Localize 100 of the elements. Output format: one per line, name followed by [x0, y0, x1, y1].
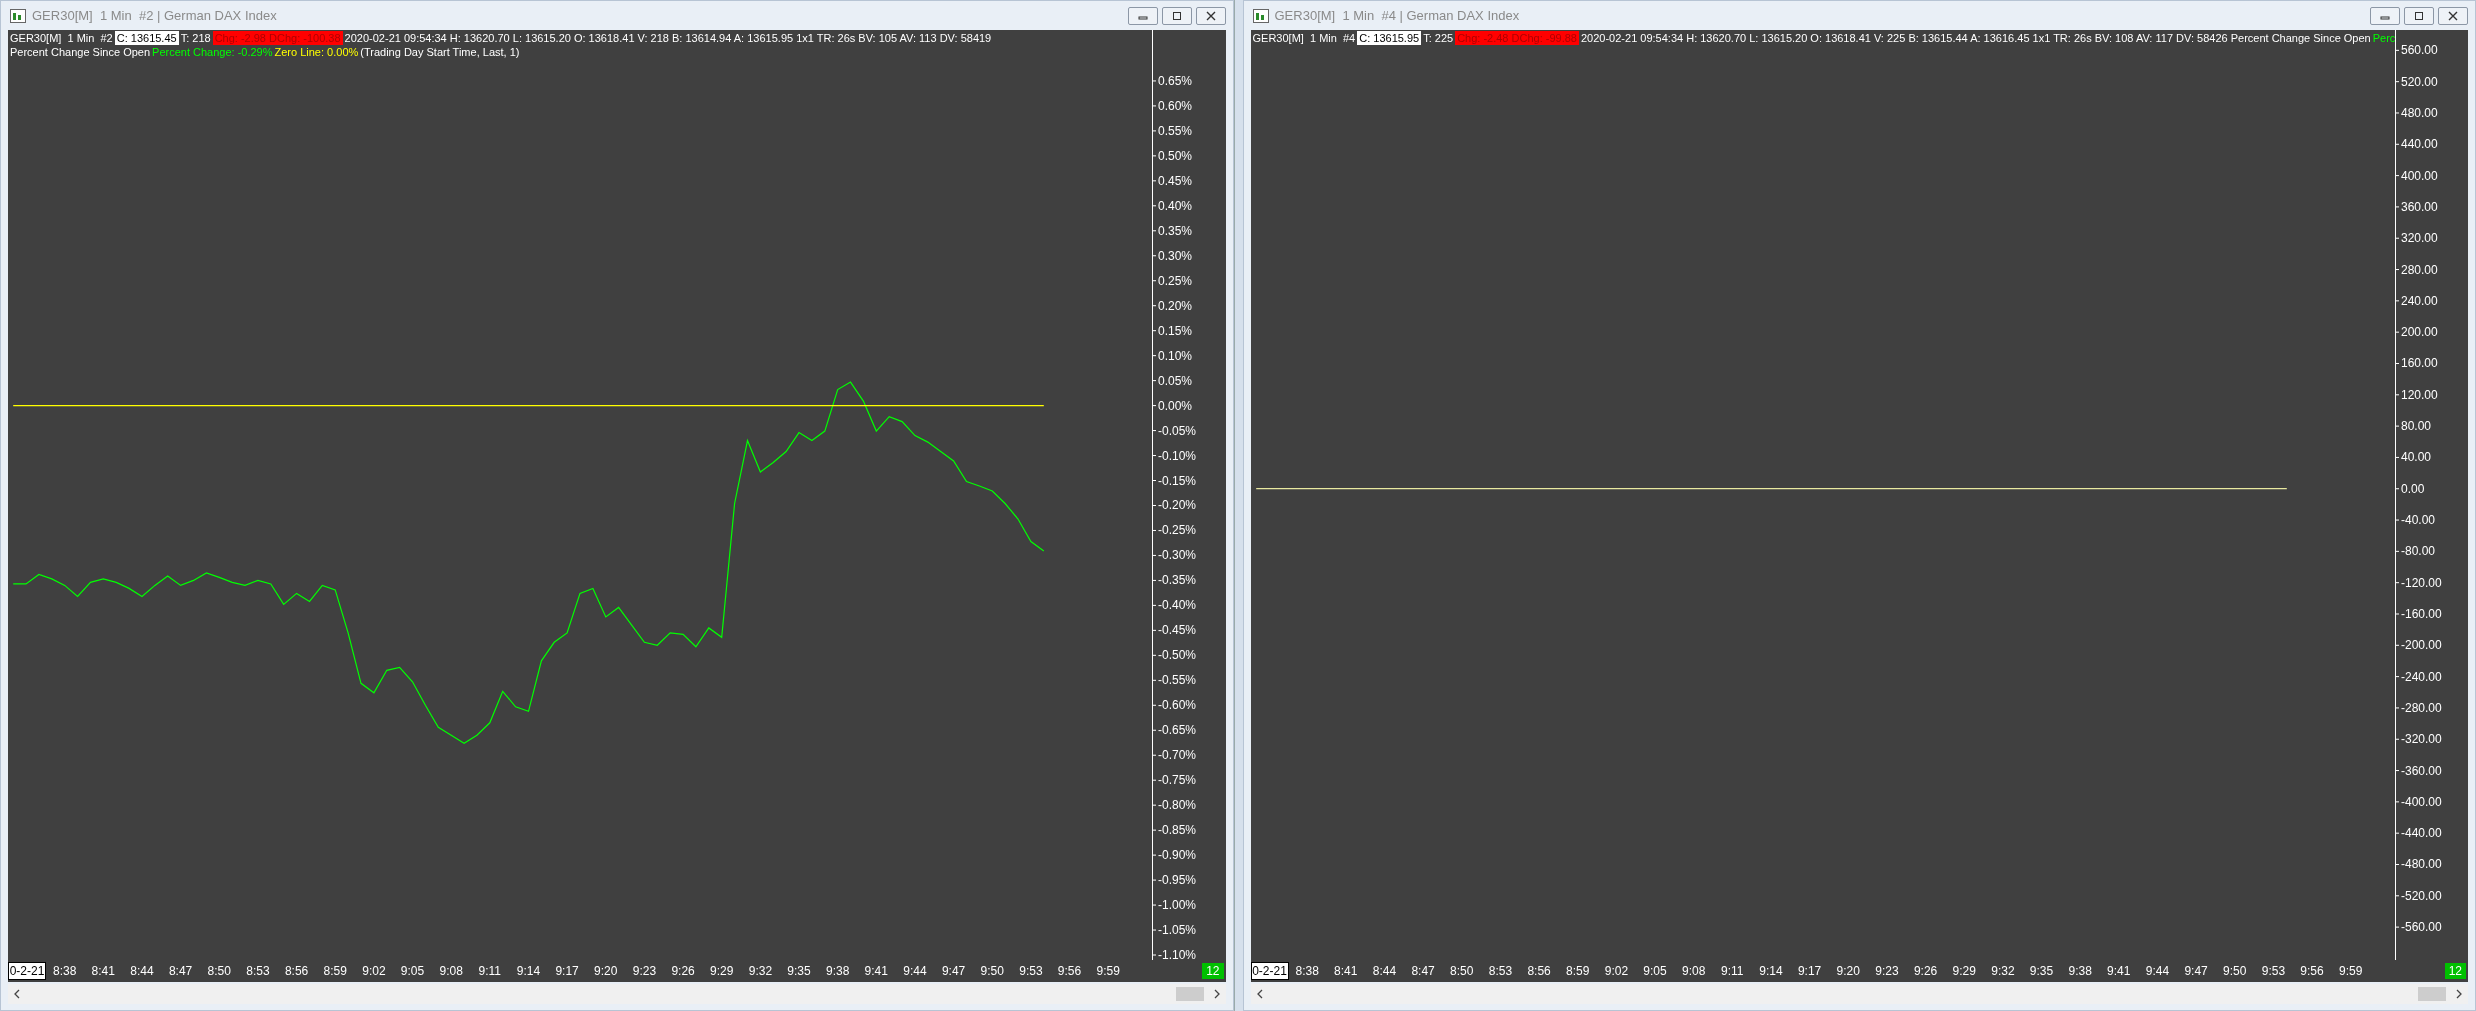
axis-label: -1.10% — [1158, 948, 1197, 960]
axis-label: 9:38 — [2067, 964, 2093, 978]
axis-label: 9:35 — [2028, 964, 2055, 978]
axis-label: -560.00 — [2400, 920, 2442, 935]
scroll-thumb[interactable] — [1175, 987, 1204, 1001]
header-text: GER30[M] 1 Min #2 — [10, 31, 113, 45]
axis-label: 8:47 — [167, 964, 194, 978]
axis-label: -360.00 — [2400, 763, 2442, 778]
axis-label: 9:17 — [1796, 964, 1823, 978]
axis-label: -200.00 — [2400, 638, 2442, 653]
axis-label: -0.45% — [1158, 623, 1197, 638]
axis-label: 40.00 — [2400, 450, 2431, 465]
header-text: 2020-02-21 09:54:34 H: 13620.70 L: 13615.20 O: 13618.41 V: 225 B: 13615.44 A: 13616.45 1x1 TR: 26s BV: 108 AV: 117 DV: 58426 Percent Change Since Open — [1581, 31, 2371, 45]
axis-label: 0.20% — [1158, 298, 1193, 313]
axis-label: 9:02 — [361, 964, 387, 978]
price-box: C: 13615.95 — [1357, 31, 1422, 45]
axis-label: 8:41 — [90, 964, 116, 978]
axis-label: 9:47 — [940, 964, 967, 978]
axis-label: 520.00 — [2400, 74, 2438, 89]
date-label: 0-2-21 — [8, 962, 46, 980]
axis-label: -400.00 — [2400, 794, 2442, 809]
close-button[interactable] — [2438, 6, 2468, 25]
axis-label: 160.00 — [2400, 356, 2438, 371]
axis-label: 240.00 — [2400, 293, 2438, 308]
header-text: 2020-02-21 09:54:34 H: 13620.70 L: 13615.20 O: 13618.41 V: 218 B: 13614.94 A: 13615.95 1x1 TR: 26s BV: 105 AV: 113 DV: 58419 — [344, 31, 992, 45]
axis-label: 0.60% — [1158, 98, 1193, 113]
close-button[interactable] — [1195, 6, 1226, 25]
axis-label: -0.30% — [1158, 548, 1197, 563]
maximize-button[interactable] — [2404, 6, 2434, 25]
header-text: Zero Line: 0.00% — [274, 45, 359, 59]
axis-label: 9:44 — [902, 964, 928, 978]
axis-label: -160.00 — [2400, 607, 2442, 621]
axis-label: -40.00 — [2400, 513, 2435, 528]
axis-label: 8:38 — [1294, 964, 1320, 978]
axis-label: 9:20 — [593, 964, 619, 978]
axis-label: -0.85% — [1158, 823, 1197, 838]
axis-label: 9:44 — [2144, 964, 2171, 978]
axis-label: 9:29 — [709, 964, 735, 978]
header-text: GER30[M] 1 Min #4 — [1252, 31, 1356, 45]
axis-label: 0.40% — [1158, 198, 1193, 213]
axis-label: 0.05% — [1158, 373, 1193, 388]
axis-label: 9:50 — [979, 964, 1005, 978]
chart-window-icon — [1252, 8, 1269, 23]
axis-label: 9:29 — [1951, 964, 1977, 978]
axis-label: 0.50% — [1158, 148, 1193, 163]
axis-label: 400.00 — [2400, 168, 2438, 183]
axis-label: 9:35 — [786, 964, 812, 978]
axis-label: -1.05% — [1158, 923, 1197, 938]
axis-label: 80.00 — [2400, 419, 2431, 434]
axis-label: 8:50 — [1449, 964, 1475, 978]
chevron-left-icon — [13, 989, 21, 999]
change-alert: Chg: -2.98 DChg: -100.38 — [212, 31, 343, 45]
axis-label: 9:17 — [554, 964, 580, 978]
axis-label: 360.00 — [2400, 199, 2438, 214]
horizontal-scrollbar[interactable] — [8, 984, 1226, 1004]
axis-label: -0.15% — [1158, 473, 1197, 488]
axis-label: 280.00 — [2400, 262, 2438, 277]
axis-label: -480.00 — [2400, 857, 2442, 872]
axis-label: -0.75% — [1158, 773, 1197, 788]
axis-label: 9:05 — [399, 964, 426, 978]
axis-label: -0.70% — [1158, 748, 1197, 763]
axis-label: 480.00 — [2400, 106, 2438, 120]
axis-label: 9:05 — [1642, 964, 1668, 978]
axis-label: -0.10% — [1158, 448, 1197, 463]
close-icon — [1204, 10, 1217, 21]
axis-label: -120.00 — [2400, 575, 2442, 590]
axis-label: -0.35% — [1158, 573, 1197, 588]
axis-label: 9:11 — [477, 964, 503, 978]
axis-label: 9:53 — [1018, 964, 1044, 978]
axis-label: 9:56 — [2299, 964, 2325, 978]
axis-label: 8:38 — [52, 964, 78, 978]
bar-count-badge: 12 — [2444, 963, 2466, 979]
axis-label: 0.00% — [1158, 398, 1193, 413]
maximize-icon — [1170, 10, 1183, 21]
maximize-button[interactable] — [1161, 6, 1192, 25]
axis-label: 8:56 — [283, 964, 310, 978]
axis-label: 9:50 — [2222, 964, 2248, 978]
axis-label: 9:32 — [747, 964, 774, 978]
close-icon — [2447, 10, 2459, 21]
axis-label: 200.00 — [2400, 325, 2438, 340]
horizontal-scrollbar[interactable] — [1250, 984, 2468, 1004]
axis-label: -280.00 — [2400, 700, 2442, 715]
chart-window-icon — [10, 8, 26, 23]
scroll-thumb[interactable] — [2418, 987, 2446, 1001]
axis-label: 8:59 — [322, 964, 348, 978]
axis-label: 0.00 — [2400, 481, 2424, 496]
date-label: 0-2-21 — [1250, 962, 1289, 980]
axis-label: 9:23 — [631, 964, 658, 978]
header-text: Perc — [2372, 31, 2396, 45]
header-text: (Trading Day Start Time, Last, 1) — [360, 45, 520, 59]
axis-label: 320.00 — [2400, 231, 2438, 246]
axis-label: 9:53 — [2260, 964, 2287, 978]
axis-label: 9:41 — [863, 964, 889, 978]
axis-label: -0.65% — [1158, 723, 1197, 738]
axis-label: -320.00 — [2400, 732, 2442, 747]
axis-label: -0.90% — [1158, 848, 1197, 863]
axis-label: 0.35% — [1158, 223, 1193, 238]
axis-label: -440.00 — [2400, 826, 2442, 841]
axis-label: -0.95% — [1158, 873, 1197, 888]
axis-label: 9:59 — [1095, 964, 1121, 978]
